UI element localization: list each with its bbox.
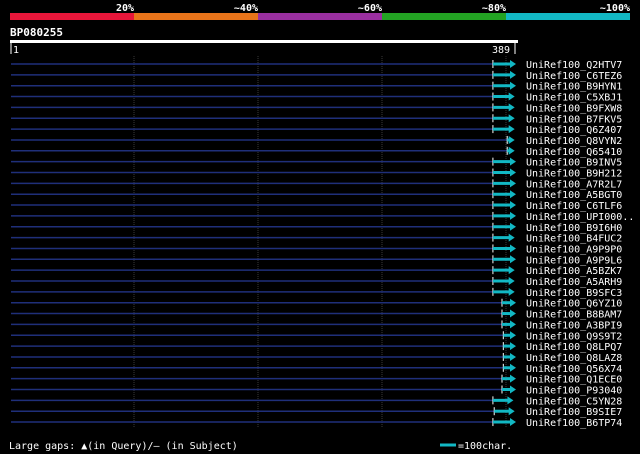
hit-name[interactable]: UniRef100_B8BAM7 (526, 310, 622, 321)
hit-name[interactable]: UniRef100_Q56X74 (526, 364, 622, 375)
hit-name[interactable]: UniRef100_A7R2L7 (526, 179, 622, 190)
query-end-label: 389 (492, 45, 510, 56)
hit-name[interactable]: UniRef100_A9P9L6 (526, 255, 622, 266)
scale-label: 20% (116, 3, 134, 14)
hit-name[interactable]: UniRef100_B9H212 (526, 169, 622, 180)
hit-name[interactable]: UniRef100_Q2HTV7 (526, 60, 622, 71)
hit-name[interactable]: UniRef100_P93040 (526, 386, 622, 397)
scale-segment (382, 13, 506, 20)
hit-name[interactable]: UniRef100_B9SFC3 (526, 288, 622, 299)
hit-name[interactable]: UniRef100_B9SIE7 (526, 407, 622, 418)
hit-name[interactable]: UniRef100_Q6YZ10 (526, 299, 622, 310)
scale-segment (506, 13, 630, 20)
scale-segment (10, 13, 134, 20)
hit-name[interactable]: UniRef100_B9FXW8 (526, 103, 622, 114)
hit-name[interactable]: UniRef100_Q65410 (526, 147, 622, 158)
scale-segment (134, 13, 258, 20)
hit-name[interactable]: UniRef100_A5ARH9 (526, 277, 622, 288)
hit-name[interactable]: UniRef100_B9I6H0 (526, 223, 622, 234)
hit-name[interactable]: UniRef100_UPI000.. (526, 212, 634, 223)
hit-name[interactable]: UniRef100_C6TEZ6 (526, 71, 622, 82)
hit-name[interactable]: UniRef100_A3BPI9 (526, 320, 622, 331)
scale-label: ~80% (482, 3, 506, 14)
query-bar (10, 40, 518, 43)
scale-segment (258, 13, 382, 20)
hit-name[interactable]: UniRef100_B9INV5 (526, 158, 622, 169)
hit-name[interactable]: UniRef100_C5XBJ1 (526, 93, 622, 104)
gaps-legend: Large gaps: ▲(in Query)/– (in Subject) (9, 441, 238, 452)
identity-color-scale (10, 13, 630, 20)
hit-name[interactable]: UniRef100_Q6Z407 (526, 125, 622, 136)
hit-name[interactable]: UniRef100_Q1ECE0 (526, 375, 622, 386)
scale-label: ~60% (358, 3, 382, 14)
hit-name[interactable]: UniRef100_B4FUC2 (526, 234, 622, 245)
hit-name[interactable]: UniRef100_Q8VYN2 (526, 136, 622, 147)
hit-name[interactable]: UniRef100_A9P9P0 (526, 244, 622, 255)
scale-label: ~40% (234, 3, 258, 14)
hit-name[interactable]: UniRef100_B9HYN1 (526, 82, 622, 93)
blast-alignment-overview: 20% ~40% ~60% ~80% ~100% BP080255 1 389 UniR… (0, 0, 640, 454)
hit-name[interactable]: UniRef100_A5BGT0 (526, 190, 622, 201)
query-id: BP080255 (10, 26, 63, 39)
hit-name[interactable]: UniRef100_Q9S9T2 (526, 331, 622, 342)
hit-name[interactable]: UniRef100_Q8LPQ7 (526, 342, 622, 353)
scale-label: ~100% (600, 3, 630, 14)
hit-name[interactable]: UniRef100_Q8LAZ8 (526, 353, 622, 364)
query-start-label: 1 (13, 45, 19, 56)
hit-name[interactable]: UniRef100_B7FKV5 (526, 114, 622, 125)
hit-name[interactable]: UniRef100_C5YN28 (526, 396, 622, 407)
scale-legend: =100char. (458, 441, 512, 452)
hit-name[interactable]: UniRef100_C6TLF6 (526, 201, 622, 212)
hit-name[interactable]: UniRef100_B6TP74 (526, 418, 622, 429)
hit-name[interactable]: UniRef100_A5BZK7 (526, 266, 622, 277)
